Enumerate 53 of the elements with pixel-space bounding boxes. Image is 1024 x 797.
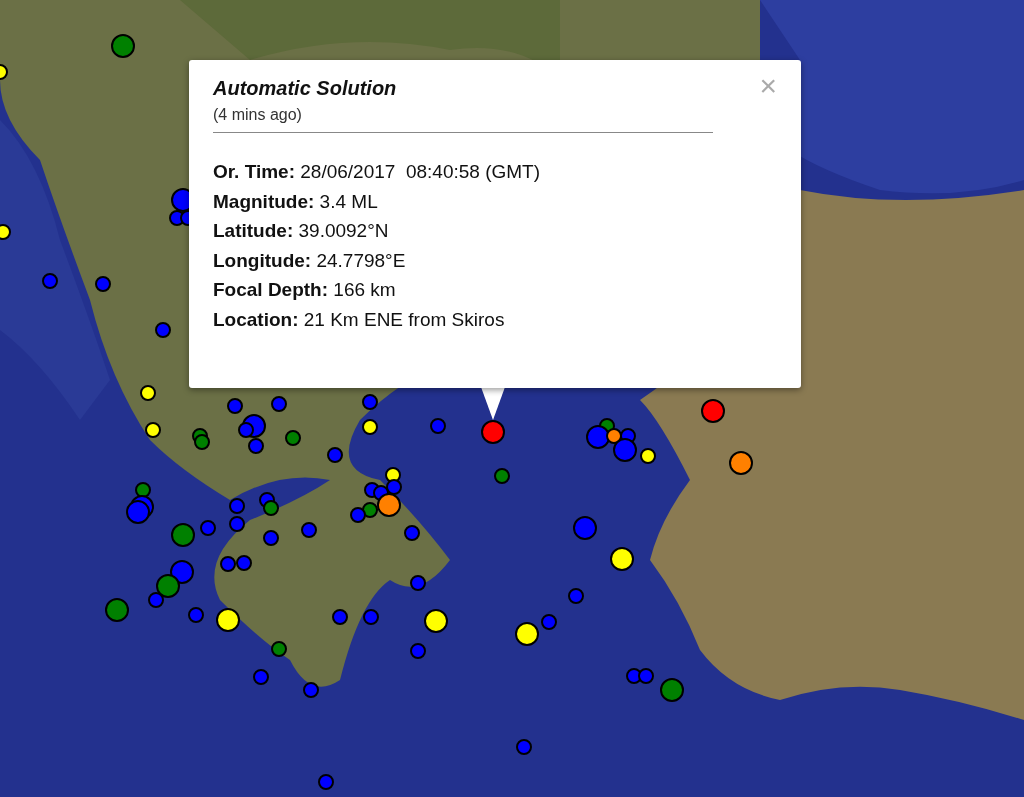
detail-line: Or. Time: 28/06/2017 08:40:58 (GMT) <box>213 160 541 184</box>
popup-title: Automatic Solution <box>213 76 397 101</box>
earthquake-marker[interactable] <box>148 592 164 608</box>
earthquake-marker[interactable] <box>42 273 58 289</box>
earthquake-marker[interactable] <box>638 668 654 684</box>
earthquake-marker[interactable] <box>0 224 11 240</box>
earthquake-marker[interactable] <box>285 430 301 446</box>
earthquake-marker[interactable] <box>271 641 287 657</box>
detail-line: Location: 21 Km ENE from Skiros <box>213 307 505 332</box>
earthquake-marker[interactable] <box>350 507 366 523</box>
earthquake-marker[interactable] <box>494 468 510 484</box>
earthquake-marker[interactable] <box>516 739 532 755</box>
earthquake-marker[interactable] <box>363 609 379 625</box>
earthquake-marker[interactable] <box>145 422 161 438</box>
earthquake-marker[interactable] <box>194 434 210 450</box>
earthquake-marker[interactable] <box>229 498 245 514</box>
earthquake-marker[interactable] <box>318 774 334 790</box>
earthquake-marker[interactable] <box>332 609 348 625</box>
detail-line: Focal Depth: 166 km <box>213 278 396 302</box>
time-ago: (4 mins ago) <box>213 106 302 124</box>
earthquake-marker[interactable] <box>362 394 378 410</box>
earthquake-marker[interactable] <box>229 516 245 532</box>
earthquake-marker[interactable] <box>640 448 656 464</box>
earthquake-marker[interactable] <box>430 418 446 434</box>
earthquake-marker[interactable] <box>155 322 171 338</box>
earthquake-marker[interactable] <box>410 643 426 659</box>
earthquake-marker[interactable] <box>0 64 8 80</box>
earthquake-marker[interactable] <box>188 607 204 623</box>
earthquake-marker[interactable] <box>227 398 243 414</box>
earthquake-marker[interactable] <box>263 500 279 516</box>
detail-line: Magnitude: 3.4 ML <box>213 189 378 214</box>
earthquake-marker[interactable] <box>238 422 254 438</box>
earthquake-marker[interactable] <box>404 525 420 541</box>
earthquake-marker[interactable] <box>263 530 279 546</box>
earthquake-marker[interactable] <box>303 682 319 698</box>
close-button[interactable]: × <box>755 72 781 100</box>
earthquake-marker[interactable] <box>541 614 557 630</box>
earthquake-marker[interactable] <box>568 588 584 604</box>
detail-line: Longitude: 24.7798°E <box>213 248 406 273</box>
earthquake-marker[interactable] <box>140 385 156 401</box>
earthquake-marker[interactable] <box>327 447 343 463</box>
earthquake-marker[interactable] <box>253 669 269 685</box>
earthquake-marker[interactable] <box>386 479 402 495</box>
earthquake-marker[interactable] <box>362 419 378 435</box>
earthquake-marker[interactable] <box>410 575 426 591</box>
earthquake-marker[interactable] <box>248 438 264 454</box>
earthquake-marker[interactable] <box>220 556 236 572</box>
earthquake-marker[interactable] <box>301 522 317 538</box>
earthquake-marker[interactable] <box>271 396 287 412</box>
earthquake-marker[interactable] <box>200 520 216 536</box>
earthquake-marker[interactable] <box>236 555 252 571</box>
detail-line: Latitude: 39.0092°N <box>213 219 389 243</box>
earthquake-marker[interactable] <box>95 276 111 292</box>
